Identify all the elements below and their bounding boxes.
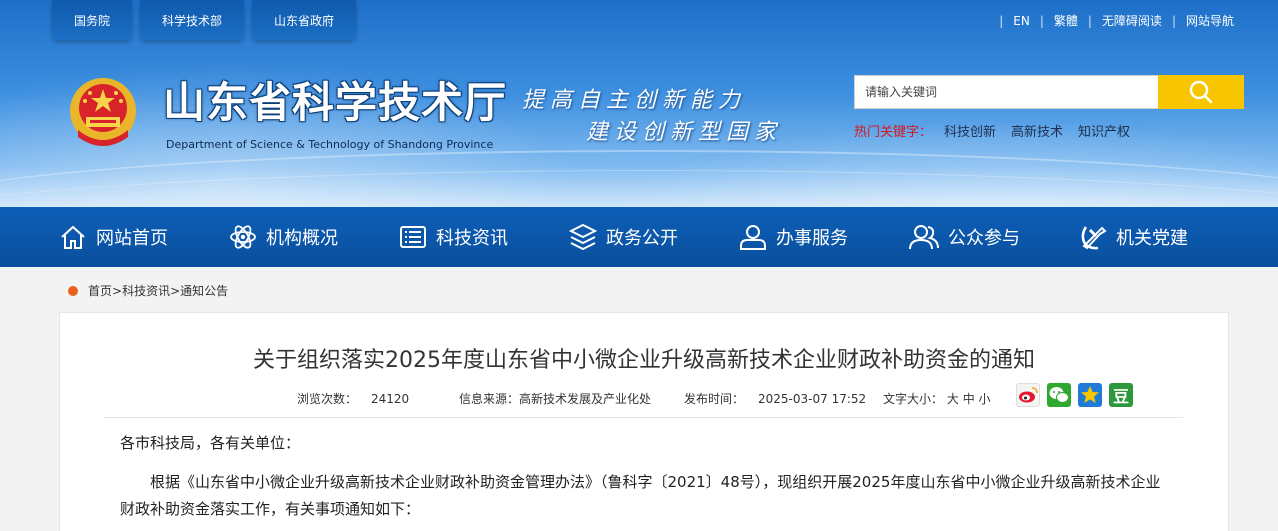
article-paragraph: 根据《山东省中小微企业升级高新技术企业财政补助资金管理办法》（鲁科字〔2021〕… [120,473,1161,518]
top-links: 国务院 科学技术部 山东省政府 [52,0,356,40]
source-value: 高新技术发展及产业化处 [519,392,652,406]
home-icon [61,225,85,249]
nav-label: 机构概况 [266,228,338,249]
meta-views: 浏览次数： 24120 [297,390,409,407]
news-icon [400,226,426,248]
hot-keywords: 热门关键字： 科技创新 高新技术 知识产权 [854,121,1145,140]
nav-home[interactable]: 网站首页 [58,207,228,267]
user-service-icon [740,225,766,250]
top-link-state-council[interactable]: 国务院 [52,0,132,40]
weibo-share-button[interactable] [1016,383,1040,407]
party-emblem-icon [1081,226,1107,250]
nav-label: 科技资讯 [436,228,508,249]
nav-party[interactable]: 机关党建 [1078,207,1248,267]
wechat-icon [1049,387,1069,403]
nav-label: 网站首页 [96,228,168,249]
meta-divider [103,417,1183,418]
star-icon [1081,386,1099,403]
nav-gov-affairs[interactable]: 政务公开 [568,207,738,267]
article-salutation: 各市科技局，各有关单位： [120,434,301,452]
hot-keyword[interactable]: 科技创新 [944,121,996,140]
nav-label: 办事服务 [776,228,848,249]
douban-icon: 豆 [1112,387,1129,406]
top-link-shandong-gov[interactable]: 山东省政府 [252,0,356,40]
article-title: 关于组织落实2025年度山东省中小微企业升级高新技术企业财政补助资金的通知 [253,348,1035,373]
national-emblem-logo [70,78,136,146]
hot-keyword[interactable]: 高新技术 [1011,121,1063,140]
breadcrumb: 首页 > 科技资讯 > 通知公告 [68,282,228,299]
font-size-medium[interactable]: 中 [963,392,975,406]
meta-source: 信息来源：高新技术发展及产业化处 [459,390,651,407]
date-value: 2025-03-07 17:52 [758,392,867,406]
nav-label: 公众参与 [948,228,1020,249]
link-accessibility[interactable]: 无障碍阅读 [1102,12,1162,29]
nav-services[interactable]: 办事服务 [738,207,908,267]
slogan-line-1: 提高自主创新能力 [522,88,747,113]
hot-keywords-label: 热门关键字： [854,125,933,140]
hot-keyword[interactable]: 知识产权 [1078,121,1130,140]
breadcrumb-notices[interactable]: 通知公告 [180,282,228,299]
font-size-small[interactable]: 小 [979,392,991,406]
utility-links: | EN | 繁體 | 无障碍阅读 | 网站导航 [999,12,1234,29]
views-count: 24120 [371,392,410,406]
search-icon [1189,80,1213,104]
meta-date: 发布时间： 2025-03-07 17:52 [684,390,866,407]
site-subtitle: Department of Science & Technology of Sh… [166,138,494,151]
people-icon [909,225,939,250]
source-label: 信息来源： [459,392,520,406]
meta-font-size: 文字大小： 大 中 小 [883,390,991,407]
weibo-icon [1019,387,1038,403]
slogan-line-2: 建设创新型国家 [586,120,783,145]
site-title[interactable]: 山东省科学技术厅 [163,78,507,128]
nav-news[interactable]: 科技资讯 [398,207,568,267]
breadcrumb-news[interactable]: 科技资讯 [122,282,170,299]
search-input[interactable] [854,75,1158,109]
breadcrumb-home[interactable]: 首页 [88,282,112,299]
date-label: 发布时间： [684,392,745,406]
douban-share-button[interactable]: 豆 [1109,383,1133,407]
font-size-large[interactable]: 大 [947,392,959,406]
share-buttons: 豆 [1016,383,1133,407]
nav-public[interactable]: 公众参与 [908,207,1078,267]
link-sitemap[interactable]: 网站导航 [1186,12,1234,29]
font-size-label: 文字大小： [883,392,944,406]
layers-icon [568,223,598,251]
views-label: 浏览次数： [297,392,358,406]
wechat-share-button[interactable] [1047,383,1071,407]
breadcrumb-dot-icon [68,285,78,296]
nav-label: 机关党建 [1116,228,1188,249]
nav-about[interactable]: 机构概况 [228,207,398,267]
main-nav: 网站首页 机构概况 科技资讯 政务公开 办事服务 公众参与 机关党建 [0,207,1278,267]
top-link-most[interactable]: 科学技术部 [140,0,244,40]
link-english[interactable]: EN [1013,14,1030,28]
search-button[interactable] [1158,75,1244,109]
link-traditional[interactable]: 繁體 [1054,12,1078,29]
qzone-share-button[interactable] [1078,383,1102,407]
search-box [854,75,1244,109]
atom-icon [230,225,256,249]
nav-label: 政务公开 [606,228,678,249]
